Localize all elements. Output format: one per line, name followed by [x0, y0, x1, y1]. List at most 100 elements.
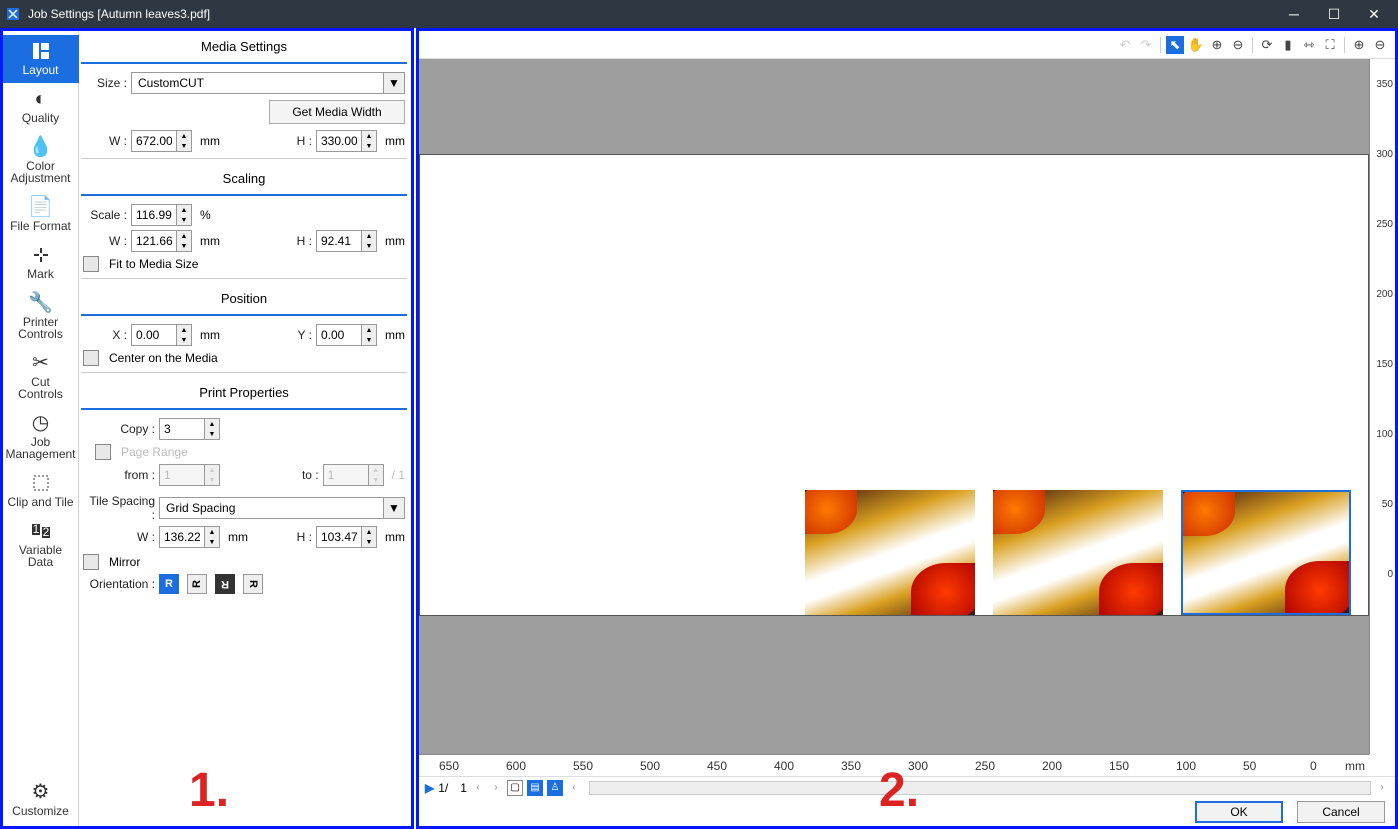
zoom-in-icon[interactable]: ⊕ — [1208, 36, 1226, 54]
tab-job-management[interactable]: ◷Job Management — [3, 407, 79, 467]
tile-height-input[interactable]: ▲▼ — [316, 526, 377, 548]
page-to-input: ▲▼ — [323, 464, 384, 486]
tab-clip-and-tile[interactable]: Clip and Tile — [3, 467, 79, 515]
tab-mark-label: Mark — [27, 267, 54, 281]
tab-file-label: File Format — [10, 219, 71, 233]
tab-layout-label: Layout — [22, 63, 58, 77]
tab-variable-data[interactable]: 12Variable Data — [3, 515, 79, 575]
unit-mm: mm — [385, 234, 405, 248]
preview-copy-3-selected[interactable]: Imagine ▬ Roland — [1181, 490, 1351, 615]
unit-mm: mm — [385, 328, 405, 342]
media-width-input[interactable]: ▲▼ — [131, 130, 192, 152]
scale-width-input[interactable]: ▲▼ — [131, 230, 192, 252]
tile-width-input[interactable]: ▲▼ — [159, 526, 220, 548]
scale-h-label: H : — [268, 234, 312, 248]
tab-color-adjustment[interactable]: 💧Color Adjustment — [3, 131, 79, 191]
fit-to-media-checkbox[interactable] — [83, 256, 99, 272]
get-media-width-button[interactable]: Get Media Width — [269, 100, 405, 124]
preview-canvas[interactable]: Imagine ▬ Roland Imagine ▬ Roland Imagin… — [419, 59, 1369, 754]
pos-x-label: X : — [83, 328, 127, 342]
page-range-checkbox[interactable] — [95, 444, 111, 460]
unit-pct: % — [200, 208, 211, 222]
left-panel: Layout ◐Quality 💧Color Adjustment 📄File … — [0, 28, 414, 829]
tile-w-label: W : — [83, 530, 155, 544]
tile-spacing-value: Grid Spacing — [160, 498, 384, 518]
refresh-icon[interactable]: ⟳ — [1258, 36, 1276, 54]
tab-quality[interactable]: ◐Quality — [3, 83, 79, 131]
unit-mm: mm — [200, 134, 220, 148]
view-mode-fill[interactable]: ▤ — [527, 780, 543, 796]
tab-printer-controls[interactable]: 🔧Printer Controls — [3, 287, 79, 347]
tab-file-format[interactable]: 📄File Format — [3, 191, 79, 239]
window-title: Job Settings [Autumn leaves3.pdf] — [28, 7, 210, 21]
tab-customize[interactable]: ⚙Customize — [3, 776, 79, 824]
unit-mm: mm — [385, 134, 405, 148]
orientation-normal[interactable]: R — [159, 574, 179, 594]
mirror-checkbox[interactable] — [83, 554, 99, 570]
scroll-left-button[interactable]: ‹ — [567, 781, 581, 795]
preview-toolbar: ↶ ↷ ⬉ ✋ ⊕ ⊖ ⟳ ▮ ⇿ ⛶ ⊕ ⊖ — [419, 31, 1395, 59]
position-header: Position — [81, 285, 407, 316]
mark-icon — [3, 243, 79, 267]
page-next-button[interactable]: › — [489, 781, 503, 795]
tab-vardata-label: Variable Data — [19, 543, 62, 569]
scroll-right-button[interactable]: › — [1375, 781, 1389, 795]
layout-icon — [3, 39, 79, 63]
orientation-rotate270[interactable]: R — [243, 574, 263, 594]
svg-text:1: 1 — [32, 523, 39, 536]
page-prev-button[interactable]: ‹ — [471, 781, 485, 795]
preview-copy-2[interactable]: Imagine ▬ Roland — [993, 490, 1163, 615]
close-button[interactable]: ✕ — [1354, 0, 1394, 28]
tile-h-label: H : — [286, 530, 312, 544]
plus-icon[interactable]: ⊕ — [1350, 36, 1368, 54]
fit-screen-icon[interactable]: ⛶ — [1321, 36, 1339, 54]
media-height-input[interactable]: ▲▼ — [316, 130, 377, 152]
center-on-media-checkbox[interactable] — [83, 350, 99, 366]
chevron-down-icon: ▼ — [384, 501, 404, 515]
pos-x-input[interactable]: ▲▼ — [131, 324, 192, 346]
minimize-button[interactable]: ─ — [1274, 0, 1314, 28]
page-from-input: ▲▼ — [159, 464, 220, 486]
redo-icon[interactable]: ↷ — [1137, 36, 1155, 54]
size-select[interactable]: CustomCUT▼ — [131, 72, 405, 94]
undo-icon[interactable]: ↶ — [1116, 36, 1134, 54]
tile-spacing-select[interactable]: Grid Spacing▼ — [159, 497, 405, 519]
fit-horizontal-icon[interactable]: ⇿ — [1300, 36, 1318, 54]
from-label: from : — [83, 468, 155, 482]
center-on-media-label: Center on the Media — [109, 351, 218, 365]
pos-y-input[interactable]: ▲▼ — [316, 324, 377, 346]
tab-clip-label: Clip and Tile — [7, 495, 73, 509]
unit-mm: mm — [228, 530, 248, 544]
page-of-label: / 1 — [392, 468, 405, 482]
cancel-button[interactable]: Cancel — [1297, 801, 1385, 823]
minus-icon[interactable]: ⊖ — [1371, 36, 1389, 54]
tab-quality-label: Quality — [22, 111, 59, 125]
preview-copy-1[interactable]: Imagine ▬ Roland — [805, 490, 975, 615]
orientation-rotate180[interactable]: R — [215, 574, 235, 594]
view-mode-user[interactable]: ♙ — [547, 780, 563, 796]
zoom-out-icon[interactable]: ⊖ — [1229, 36, 1247, 54]
fit-vertical-icon[interactable]: ▮ — [1279, 36, 1297, 54]
scale-input[interactable]: ▲▼ — [131, 204, 192, 226]
page-current: 1/ — [438, 781, 448, 795]
tab-layout[interactable]: Layout — [3, 35, 79, 83]
orientation-rotate90[interactable]: R — [187, 574, 207, 594]
clock-icon: ◷ — [3, 411, 79, 435]
pointer-tool-icon[interactable]: ⬉ — [1166, 36, 1184, 54]
copy-label: Copy : — [83, 422, 155, 436]
scale-height-input[interactable]: ▲▼ — [316, 230, 377, 252]
tab-customize-label: Customize — [12, 804, 69, 818]
tile-icon — [3, 471, 79, 495]
ok-button[interactable]: OK — [1195, 801, 1283, 823]
hand-tool-icon[interactable]: ✋ — [1187, 36, 1205, 54]
horizontal-scrollbar[interactable] — [589, 781, 1371, 795]
variable-icon: 12 — [3, 519, 79, 543]
annotation-2: 2. — [879, 763, 919, 818]
to-label: to : — [275, 468, 319, 482]
droplet-icon: 💧 — [3, 135, 79, 159]
tab-cut-controls[interactable]: ✂Cut Controls — [3, 347, 79, 407]
maximize-button[interactable]: ☐ — [1314, 0, 1354, 28]
view-mode-outline[interactable]: ▢ — [507, 780, 523, 796]
copy-input[interactable]: ▲▼ — [159, 418, 220, 440]
tab-mark[interactable]: Mark — [3, 239, 79, 287]
